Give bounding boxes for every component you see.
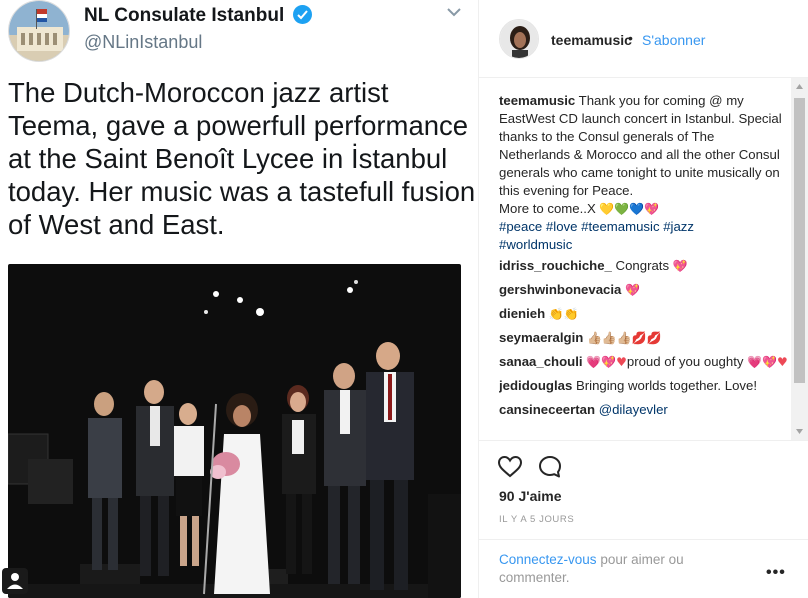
concert-photo [8, 264, 461, 598]
scroll-down-arrow-icon[interactable] [791, 423, 808, 440]
header-username[interactable]: teemamusic [551, 32, 632, 48]
post-timestamp: IL Y A 5 JOURS [499, 514, 575, 525]
comment-username[interactable]: jedidouglas [499, 378, 572, 393]
comments-scrollbar[interactable] [791, 78, 808, 440]
comment-item: cansineceertan @dilayevler [499, 401, 789, 419]
comment-username[interactable]: dienieh [499, 306, 545, 321]
comment-bubble-icon[interactable] [537, 454, 563, 480]
thumbs-kiss-emoji-icon: 👍🏼👍🏼👍🏼💋💋 [586, 331, 662, 345]
comment-username[interactable]: cansineceertan [499, 402, 595, 417]
tweet-screenshot: NL Consulate Istanbul @NLinIstanbul The … [0, 0, 478, 598]
likes-count[interactable]: 90 J'aime [499, 488, 562, 504]
comment-mention[interactable]: @dilayevler [599, 402, 668, 417]
comment-item: dienieh 👏👏 [499, 305, 789, 323]
verified-badge-icon [292, 5, 312, 24]
login-footer: Connectez-vous pour aimer ou commenter. … [479, 539, 808, 598]
tweet-display-name: NL Consulate Istanbul [84, 5, 312, 27]
comment-text: Bringing worlds together. Love! [575, 378, 758, 393]
comment-item: sanaa_chouli 💗💖♥proud of you oughty 💗💖♥ [499, 353, 789, 371]
more-options-icon[interactable]: ••• [766, 564, 786, 582]
comment-item: seymaeralgin 👍🏼👍🏼👍🏼💋💋 [499, 329, 789, 347]
follow-button[interactable]: S'abonner [642, 32, 705, 48]
hearts-emoji-icon: 💗💖♥ [747, 355, 788, 369]
post-caption: teemamusic Thank you for coming @ my Eas… [499, 92, 789, 254]
caption-hashtags[interactable]: #peace #love #teemamusic #jazz [499, 219, 694, 234]
instagram-panel: teemamusic • S'abonner teemamusic Thank … [478, 0, 808, 598]
comment-text: proud of you oughty [626, 354, 744, 369]
comment-username[interactable]: idriss_rouchiche_ [499, 258, 612, 273]
hearts-emoji-icon: 💛💚💙💖 [599, 202, 660, 216]
comment-item: gershwinbonevacia 💖 [499, 281, 789, 299]
post-actions: 90 J'aime IL Y A 5 JOURS [479, 440, 808, 525]
post-header: teemamusic • S'abonner [479, 0, 808, 78]
tagged-people-icon[interactable] [2, 568, 28, 594]
tweet-handle: @NLinIstanbul [84, 32, 203, 52]
comment-item: idriss_rouchiche_ Congrats 💖 [499, 257, 789, 275]
login-link[interactable]: Connectez-vous [499, 552, 597, 567]
user-avatar[interactable] [499, 19, 539, 59]
tweet-text: The Dutch-Moroccon jazz artist Teema, ga… [8, 77, 476, 240]
comment-username[interactable]: seymaeralgin [499, 330, 583, 345]
consulate-avatar [8, 0, 70, 62]
caption-text: Thank you for coming @ my EastWest CD la… [499, 93, 782, 198]
heart-emoji-icon: 💖 [625, 283, 641, 297]
clapping-emoji-icon: 👏👏 [548, 307, 579, 321]
scrollbar-thumb[interactable] [794, 98, 805, 383]
heart-emoji-icon: 💖 [672, 259, 688, 273]
caption-hashtag-worldmusic[interactable]: #worldmusic [499, 237, 572, 252]
heart-outline-icon[interactable] [497, 454, 523, 480]
caption-username[interactable]: teemamusic [499, 93, 575, 108]
comment-username[interactable]: gershwinbonevacia [499, 282, 621, 297]
comment-username[interactable]: sanaa_chouli [499, 354, 583, 369]
login-prompt: Connectez-vous pour aimer ou commenter. [499, 551, 749, 587]
header-separator: • [628, 30, 633, 46]
chevron-down-icon [447, 8, 461, 17]
comment-text: Congrats [615, 258, 670, 273]
comment-item: jedidouglas Bringing worlds together. Lo… [499, 377, 789, 395]
comments-list: teemamusic Thank you for coming @ my Eas… [499, 92, 789, 440]
tweet-display-name-text: NL Consulate Istanbul [84, 5, 285, 26]
scroll-up-arrow-icon[interactable] [791, 78, 808, 95]
hearts-emoji-icon: 💗💖♥ [586, 355, 627, 369]
caption-more-line: More to come..X [499, 201, 596, 216]
